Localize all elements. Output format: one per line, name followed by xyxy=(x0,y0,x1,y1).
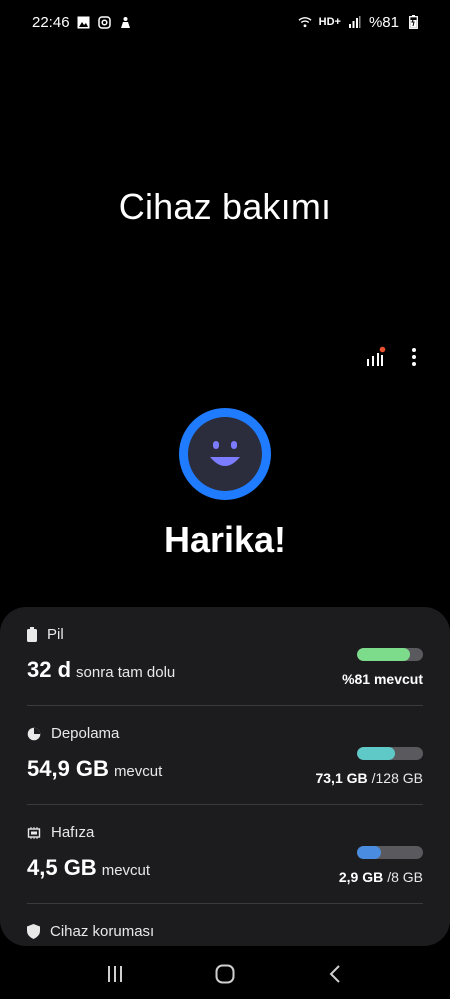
storage-total: /128 GB xyxy=(371,770,423,786)
storage-row[interactable]: Depolama 54,9 GB mevcut 73,1 GB /128 GB xyxy=(0,706,450,805)
status-right: HD+ %81 xyxy=(298,14,420,31)
battery-value-big: 32 d xyxy=(27,657,72,682)
memory-row[interactable]: Hafıza 4,5 GB mevcut 2,9 GB /8 GB xyxy=(0,805,450,904)
memory-total: /8 GB xyxy=(387,869,423,885)
battery-row-title: Pil xyxy=(27,626,64,643)
storage-row-title: Depolama xyxy=(27,725,119,742)
battery-progress-bar xyxy=(357,648,423,661)
storage-value-small: mevcut xyxy=(113,763,163,780)
memory-label: Hafıza xyxy=(51,824,95,841)
battery-row[interactable]: Pil 32 d sonra tam dolu %81 mevcut xyxy=(0,607,450,706)
device-protection-label: Cihaz koruması xyxy=(50,923,155,940)
home-button[interactable] xyxy=(205,954,245,994)
memory-used: 2,9 GB xyxy=(338,869,384,885)
device-care-card: Pil 32 d sonra tam dolu %81 mevcut Depol… xyxy=(0,607,450,946)
gallery-icon xyxy=(77,15,91,29)
recent-apps-button[interactable] xyxy=(95,954,135,994)
memory-value-big: 4,5 GB xyxy=(27,855,97,880)
memory-progress-fill xyxy=(357,846,381,859)
battery-percent: %81 xyxy=(368,13,399,31)
clock: 22:46 xyxy=(32,13,70,31)
page-title: Cihaz bakımı xyxy=(118,186,332,227)
recent-apps-icon xyxy=(108,966,122,982)
back-button[interactable] xyxy=(315,954,355,994)
storage-icon xyxy=(27,727,41,740)
app-notification-icon xyxy=(119,15,133,29)
diagnostics-icon[interactable] xyxy=(362,344,388,370)
navigation-bar xyxy=(0,949,450,999)
storage-value: 54,9 GB mevcut xyxy=(27,756,162,782)
status-bar: 22:46 HD+ %81 xyxy=(0,0,450,44)
memory-value-small: mevcut xyxy=(101,862,151,879)
wifi-icon xyxy=(298,15,312,29)
back-icon xyxy=(329,965,340,983)
device-status-text: Harika! xyxy=(163,519,287,560)
more-options-icon[interactable] xyxy=(401,344,427,370)
smiley-face-icon xyxy=(188,417,262,491)
storage-right-text: 73,1 GB /128 GB xyxy=(315,770,423,786)
battery-progress-fill xyxy=(357,648,411,661)
storage-used: 73,1 GB xyxy=(315,770,368,786)
storage-value-big: 54,9 GB xyxy=(27,756,109,781)
memory-value: 4,5 GB mevcut xyxy=(27,855,150,881)
home-icon xyxy=(215,964,235,984)
device-protection-row-title: Cihaz koruması xyxy=(27,923,154,940)
storage-progress-fill xyxy=(357,747,395,760)
status-left: 22:46 xyxy=(32,14,133,31)
storage-progress-bar xyxy=(357,747,423,760)
battery-icon xyxy=(27,627,37,642)
memory-progress-bar xyxy=(357,846,423,859)
battery-charging-icon xyxy=(406,15,420,29)
battery-right-bold: %81 mevcut xyxy=(342,671,423,687)
battery-value-small: sonra tam dolu xyxy=(76,664,176,681)
device-status-smiley xyxy=(179,408,271,500)
battery-label: Pil xyxy=(47,626,64,643)
instagram-icon xyxy=(98,15,112,29)
battery-right-text: %81 mevcut xyxy=(342,671,423,687)
device-protection-row[interactable]: Cihaz koruması xyxy=(0,904,450,946)
battery-value: 32 d sonra tam dolu xyxy=(27,657,175,683)
memory-chip-icon xyxy=(27,826,41,839)
memory-right-text: 2,9 GB /8 GB xyxy=(339,869,423,885)
storage-label: Depolama xyxy=(51,725,120,742)
shield-icon xyxy=(27,924,40,939)
memory-row-title: Hafıza xyxy=(27,824,94,841)
signal-icon xyxy=(348,15,362,29)
network-type: HD+ xyxy=(318,16,341,28)
